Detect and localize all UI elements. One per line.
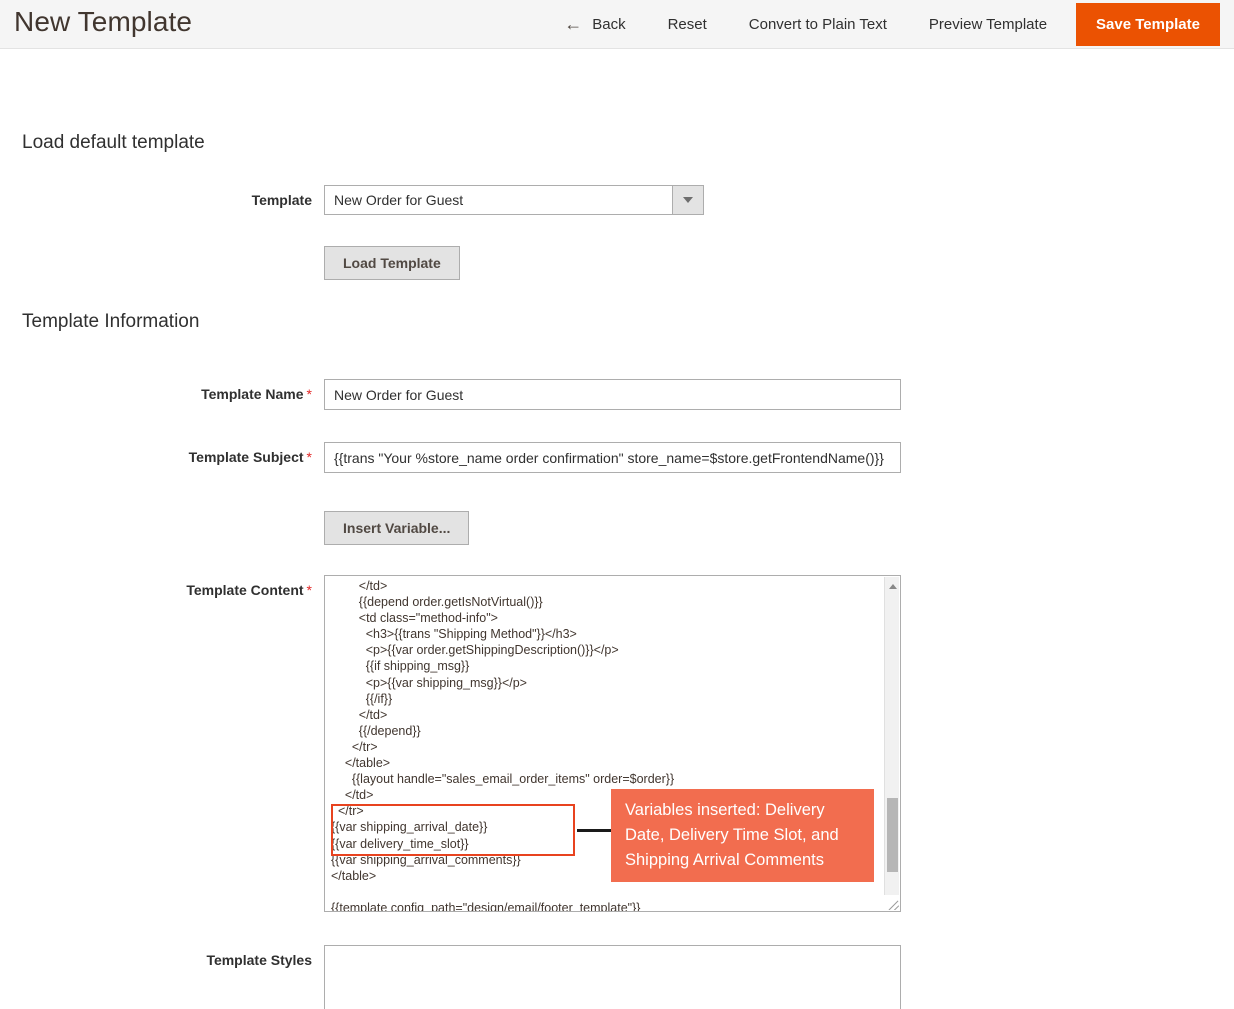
field-insert-variable: Insert Variable... [24,511,470,545]
reset-button[interactable]: Reset [647,0,728,49]
field-template-styles: Template Styles [24,945,901,1009]
template-select-control: New Order for Guest [324,185,704,215]
annotation-connector-line [577,829,613,832]
template-styles-control [324,945,901,1009]
back-button-label: Back [592,16,626,33]
annotation-callout: Variables inserted: Delivery Date, Deliv… [611,789,874,882]
header-actions: ← Back Reset Convert to Plain Text Previ… [550,0,1234,49]
convert-to-plain-text-button[interactable]: Convert to Plain Text [728,0,908,49]
template-content-label: Template Content * [24,575,324,605]
arrow-left-icon: ← [564,13,583,34]
template-name-control [324,379,901,410]
template-subject-label-text: Template Subject [188,449,304,465]
template-subject-control [324,442,901,473]
template-content-required-marker: * [306,582,312,598]
template-content-resize-handle[interactable] [884,895,899,910]
template-name-input[interactable] [324,379,901,410]
page-header: New Template ← Back Reset Convert to Pla… [0,0,1234,49]
template-select-arrow[interactable] [672,186,703,214]
template-name-required-marker: * [306,386,312,402]
scroll-thumb[interactable] [887,798,898,872]
load-default-template-legend: Load default template [22,132,205,153]
load-template-control: Load Template [324,246,460,280]
back-button[interactable]: ← Back [550,0,646,49]
template-styles-textarea[interactable] [324,945,901,1009]
field-template-subject: Template Subject * [24,442,901,473]
page-title: New Template [14,6,193,37]
preview-template-label: Preview Template [928,16,1048,33]
template-content-scrollbar[interactable] [884,577,899,910]
template-name-label-text: Template Name [201,386,304,402]
chevron-down-icon [683,197,693,203]
field-template-select: Template New Order for Guest [24,185,704,215]
triangle-up-icon [888,584,897,589]
template-content-label-text: Template Content [186,582,304,598]
load-template-button[interactable]: Load Template [324,246,460,280]
template-select-value: New Order for Guest [334,192,464,208]
template-name-label: Template Name * [24,379,324,409]
scroll-up-button[interactable] [885,579,900,594]
template-select[interactable]: New Order for Guest [324,185,704,215]
template-subject-input[interactable] [324,442,901,473]
insert-variable-button[interactable]: Insert Variable... [324,511,470,545]
template-information-legend: Template Information [22,311,200,332]
insert-variable-control: Insert Variable... [324,511,470,545]
save-template-button[interactable]: Save Template [1076,3,1220,46]
template-subject-label: Template Subject * [24,442,324,472]
field-load-template: Load Template [24,246,460,280]
template-styles-label: Template Styles [206,952,312,968]
preview-template-button[interactable]: Preview Template [908,0,1068,49]
reset-button-label: Reset [667,16,707,33]
save-template-label: Save Template [1096,16,1200,33]
template-select-label: Template [251,192,312,208]
convert-to-plain-text-label: Convert to Plain Text [748,16,887,33]
field-template-name: Template Name * [24,379,901,410]
template-subject-required-marker: * [306,449,312,465]
